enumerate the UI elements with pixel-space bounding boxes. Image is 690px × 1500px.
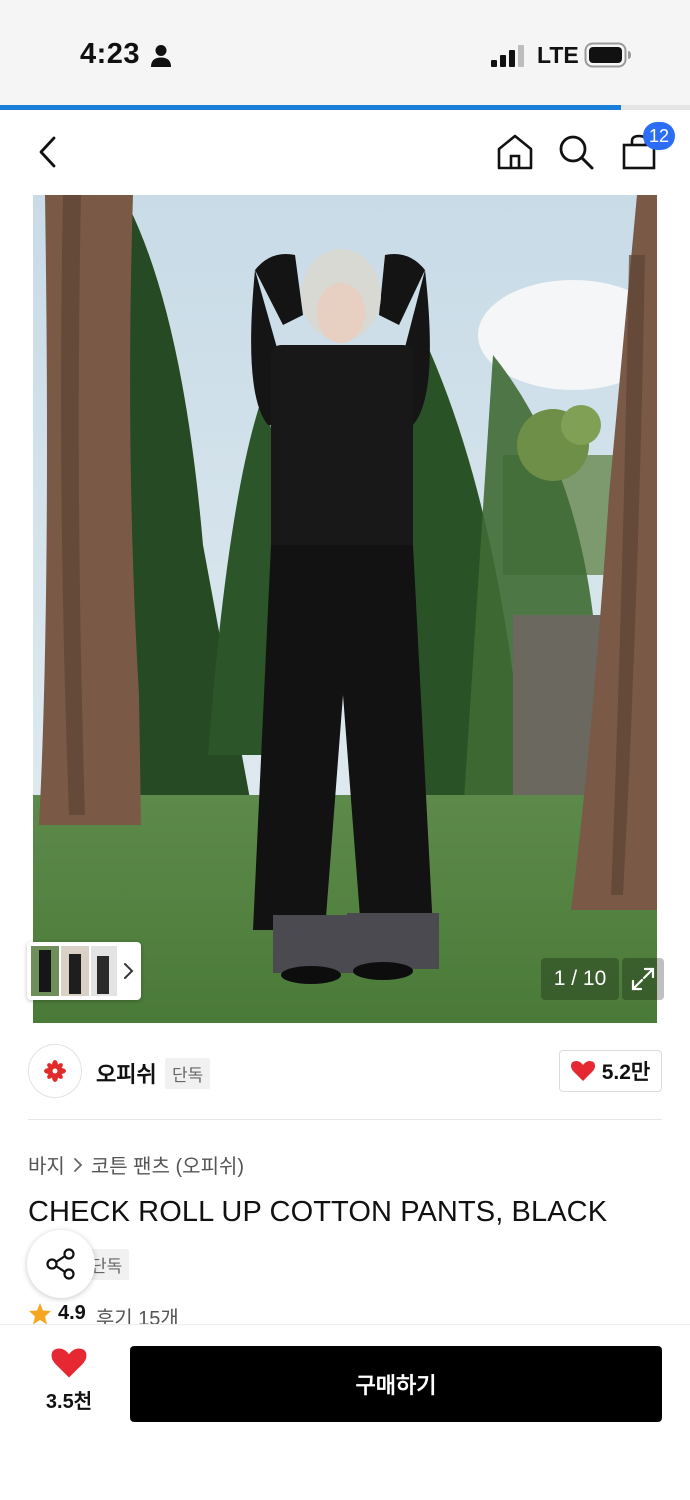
search-icon: [559, 135, 594, 170]
back-button[interactable]: [26, 130, 70, 174]
product-photo: [33, 195, 657, 1023]
brand-like-button[interactable]: 5.2만: [559, 1050, 662, 1092]
wishlist-button[interactable]: 3.5천: [28, 1347, 110, 1423]
chevron-right-icon: [124, 963, 134, 979]
thumbnail-image: [31, 946, 117, 996]
cart-button[interactable]: 12: [617, 122, 675, 174]
rating-row[interactable]: 4.9 후기 15개: [28, 1302, 179, 1326]
share-icon: [46, 1248, 75, 1280]
brand-like-count: 5.2만: [601, 1061, 651, 1084]
cart-count-badge: 12: [642, 122, 675, 150]
breadcrumb-category[interactable]: 바지: [28, 1150, 65, 1179]
star-icon: [29, 1303, 51, 1325]
wishlist-count: 3.5천: [45, 1391, 93, 1413]
breadcrumb: 바지 코튼 팬츠 (오피쉬): [28, 1150, 244, 1179]
heart-icon: [570, 1061, 595, 1081]
heart-icon: [51, 1348, 87, 1378]
battery-icon: [584, 42, 631, 68]
back-icon: [39, 136, 56, 168]
bottom-action-bar: 3.5천 구매하기: [0, 1324, 690, 1500]
nav-bar: 12: [0, 110, 690, 194]
signal-icon: [491, 45, 524, 67]
home-icon: [497, 134, 533, 170]
thumbnail-strip-button[interactable]: [27, 942, 141, 1000]
brand-logo-icon: [44, 1060, 66, 1082]
expand-image-button[interactable]: [622, 958, 664, 1000]
brand-logo[interactable]: [28, 1044, 82, 1098]
rating-score: 4.9: [58, 1302, 86, 1324]
review-count: 후기 15개: [95, 1308, 179, 1326]
exclusive-tag: 단독: [165, 1058, 211, 1089]
chevron-right-icon: [73, 1157, 83, 1172]
status-time: 4:23: [80, 38, 141, 70]
product-title: CHECK ROLL UP COTTON PANTS, BLACK: [28, 1196, 608, 1228]
share-button[interactable]: [27, 1230, 95, 1298]
breadcrumb-subcategory[interactable]: 코튼 팬츠 (오피쉬): [91, 1150, 244, 1179]
divider: [28, 1119, 662, 1120]
buy-button[interactable]: 구매하기: [130, 1346, 662, 1422]
person-icon: [151, 45, 171, 67]
brand-name[interactable]: 오피쉬: [96, 1057, 157, 1089]
product-image[interactable]: [33, 195, 657, 1023]
status-bar: 4:23 LTE: [0, 0, 690, 105]
image-counter: 1 / 10: [541, 958, 619, 1000]
network-label: LTE: [537, 42, 579, 68]
home-button[interactable]: [493, 130, 537, 174]
expand-icon: [631, 967, 655, 991]
search-button[interactable]: [554, 130, 598, 174]
brand-row: 오피쉬 단독 5.2만: [28, 1042, 662, 1102]
